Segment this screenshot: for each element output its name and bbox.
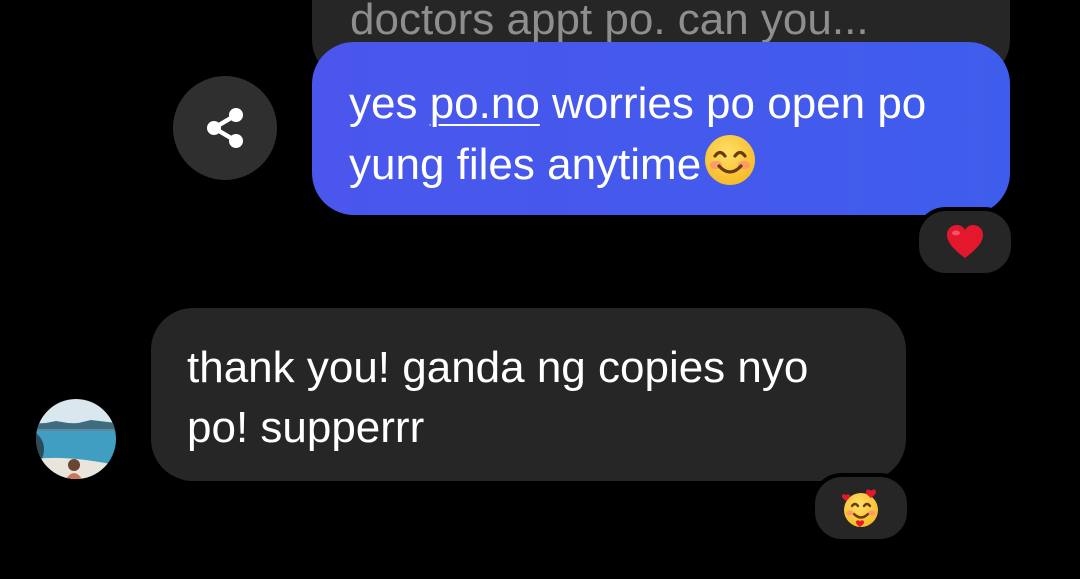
sender-avatar[interactable] — [36, 399, 116, 479]
share-icon — [207, 108, 243, 148]
received-message-text: thank you! ganda ng copies nyo po! suppe… — [187, 343, 809, 452]
received-message-reaction[interactable] — [811, 473, 911, 543]
smiling-face-emoji-icon — [703, 133, 757, 202]
smiling-face-with-hearts-icon — [842, 489, 878, 527]
received-message-bubble[interactable]: thank you! ganda ng copies nyo po! suppe… — [151, 308, 906, 481]
sent-message-bubble[interactable]: yes po.no worries po open po yung files … — [312, 42, 1010, 215]
previous-message-text: doctors appt po. can you... — [350, 0, 869, 44]
sent-message-reaction[interactable] — [915, 207, 1015, 277]
sent-message-text-start: yes — [349, 79, 430, 128]
sent-message-link[interactable]: po.no — [430, 79, 540, 128]
share-button[interactable] — [173, 76, 277, 180]
red-heart-icon — [947, 225, 983, 258]
